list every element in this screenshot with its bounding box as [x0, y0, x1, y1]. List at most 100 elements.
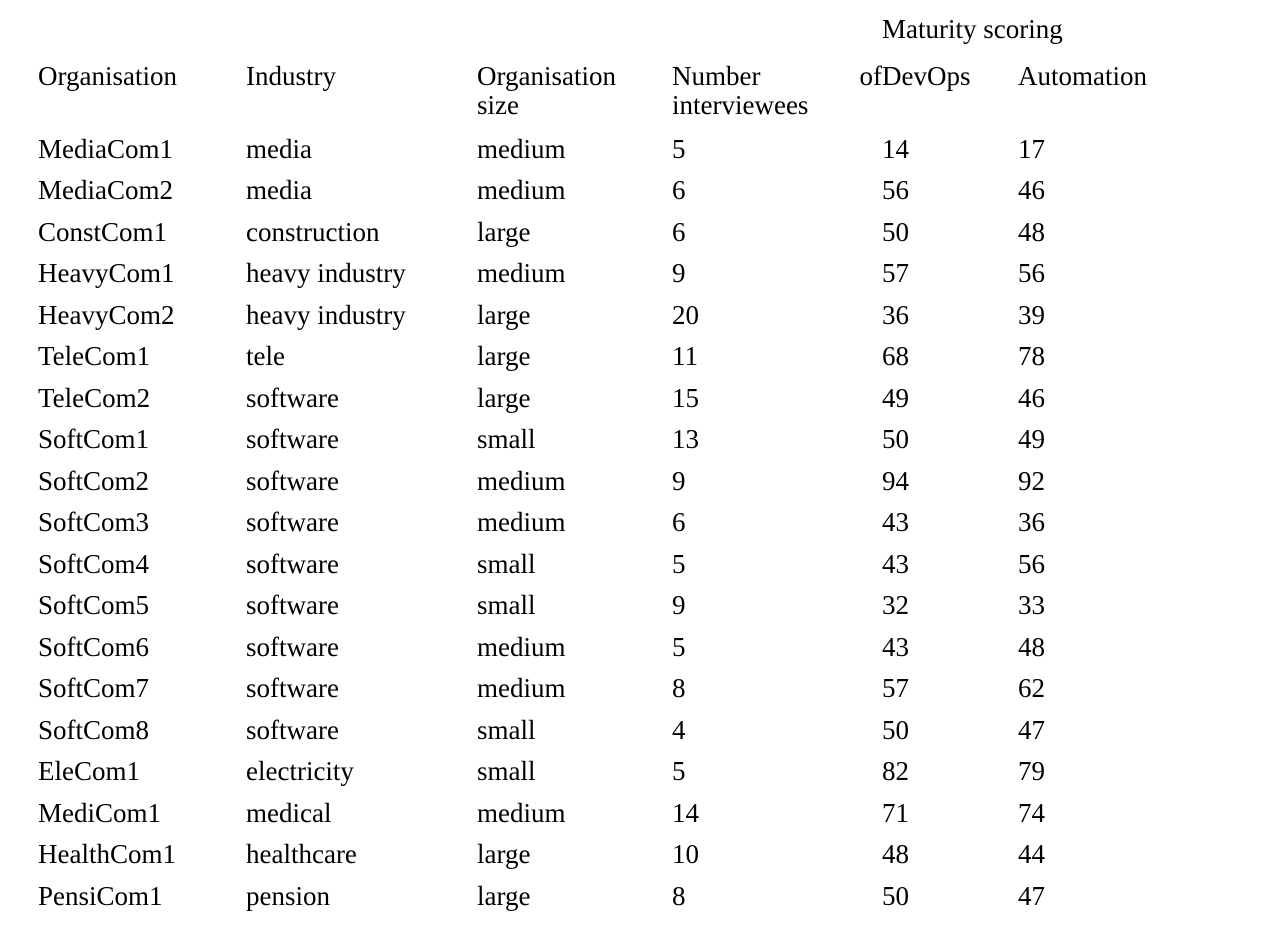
table-row: TeleCom2 software large 15 49 46 — [38, 373, 1218, 415]
cell-devops: 36 — [882, 299, 909, 330]
column-header-organisation-size-line2: size — [477, 89, 519, 120]
cell-devops: 32 — [882, 590, 909, 620]
cell-organisation: SoftCom8 — [38, 714, 150, 745]
table-row: EleCom1 electricity small 5 82 79 — [38, 747, 1218, 789]
cell-organisation: TeleCom1 — [38, 341, 151, 371]
column-header-organisation-label: Organisation — [38, 61, 177, 91]
cell-size: medium — [477, 133, 566, 164]
cell-automation: 44 — [1018, 839, 1045, 869]
maturity-scoring-label: Maturity scoring — [882, 14, 1063, 44]
cell-organisation: SoftCom5 — [38, 590, 150, 620]
cell-industry: electricity — [246, 756, 354, 786]
cell-devops: 43 — [882, 507, 909, 537]
cell-industry: heavy industry — [246, 299, 406, 330]
cell-automation: 79 — [1018, 756, 1045, 786]
cell-automation: 74 — [1018, 797, 1045, 828]
organisation-maturity-table: Maturity scoring Organisation Industry O… — [38, 16, 1218, 913]
cell-interviewees: 5 — [672, 133, 686, 164]
group-header-spacer-1 — [38, 16, 246, 62]
maturity-scoring-group-header: Maturity scoring — [882, 16, 1218, 62]
table-row: PensiCom1 pension large 8 50 47 — [38, 871, 1218, 913]
cell-size: small — [477, 756, 536, 786]
cell-devops: 56 — [882, 175, 909, 205]
group-header-row: Maturity scoring — [38, 16, 1218, 62]
cell-size: medium — [477, 673, 566, 703]
cell-automation: 56 — [1018, 258, 1045, 288]
cell-size: medium — [477, 258, 566, 288]
cell-devops: 71 — [882, 797, 909, 828]
cell-automation: 33 — [1018, 590, 1045, 620]
cell-size: large — [477, 880, 531, 911]
cell-size: small — [477, 590, 536, 620]
column-header-organisation-size-line1: Organisation — [477, 61, 616, 91]
cell-interviewees: 4 — [672, 714, 686, 745]
cell-size: large — [477, 299, 531, 330]
cell-devops: 50 — [882, 714, 909, 745]
cell-size: large — [477, 341, 531, 371]
data-table-container: Maturity scoring Organisation Industry O… — [38, 16, 1218, 913]
cell-interviewees: 5 — [672, 756, 686, 786]
group-header-spacer-2 — [246, 16, 477, 62]
table-row: SoftCom5 software small 9 32 33 — [38, 581, 1218, 623]
table-row: HeavyCom1 heavy industry medium 9 57 56 — [38, 249, 1218, 291]
cell-automation: 46 — [1018, 175, 1045, 205]
cell-size: small — [477, 714, 536, 745]
cell-organisation: TeleCom2 — [38, 382, 151, 413]
column-header-automation-label: Automation — [1018, 61, 1147, 91]
cell-interviewees: 8 — [672, 673, 686, 703]
cell-industry: software — [246, 548, 339, 579]
cell-size: medium — [477, 175, 566, 205]
cell-automation: 36 — [1018, 507, 1045, 537]
cell-organisation: EleCom1 — [38, 756, 140, 786]
cell-organisation: SoftCom1 — [38, 424, 150, 454]
cell-organisation: HeavyCom1 — [38, 258, 175, 288]
table-row: MediaCom1 media medium 5 14 17 — [38, 124, 1218, 166]
column-header-devops-label: DevOps — [882, 61, 971, 91]
table-row: SoftCom4 software small 5 43 56 — [38, 539, 1218, 581]
column-header-interviewees-word1: Number — [672, 61, 761, 91]
table-row: SoftCom3 software medium 6 43 36 — [38, 498, 1218, 540]
table-row: SoftCom7 software medium 8 57 62 — [38, 664, 1218, 706]
cell-devops: 14 — [882, 133, 909, 164]
cell-organisation: ConstCom1 — [38, 216, 168, 247]
cell-industry: tele — [246, 341, 285, 371]
cell-organisation: SoftCom6 — [38, 631, 150, 662]
cell-automation: 48 — [1018, 631, 1045, 662]
column-header-interviewees-line2: interviewees — [672, 89, 809, 120]
column-header-industry-label: Industry — [246, 61, 336, 91]
cell-interviewees: 6 — [672, 507, 686, 537]
column-header-interviewees-word2: of — [859, 61, 883, 91]
cell-interviewees: 6 — [672, 216, 686, 247]
table-row: SoftCom8 software small 4 50 47 — [38, 705, 1218, 747]
cell-organisation: SoftCom7 — [38, 673, 150, 703]
cell-devops: 50 — [882, 880, 909, 911]
cell-automation: 48 — [1018, 216, 1045, 247]
cell-automation: 47 — [1018, 880, 1045, 911]
cell-devops: 50 — [882, 424, 909, 454]
table-row: HealthCom1 healthcare large 10 48 44 — [38, 830, 1218, 872]
cell-devops: 49 — [882, 382, 909, 413]
cell-industry: software — [246, 673, 339, 703]
cell-interviewees: 9 — [672, 590, 686, 620]
cell-interviewees: 15 — [672, 382, 699, 413]
column-header-industry: Industry — [246, 62, 477, 124]
cell-automation: 17 — [1018, 133, 1045, 164]
cell-automation: 92 — [1018, 465, 1045, 496]
cell-organisation: MediCom1 — [38, 797, 162, 828]
cell-devops: 48 — [882, 839, 909, 869]
cell-size: small — [477, 424, 536, 454]
table-row: HeavyCom2 heavy industry large 20 36 39 — [38, 290, 1218, 332]
cell-size: large — [477, 216, 531, 247]
cell-industry: healthcare — [246, 839, 357, 869]
document-page: Maturity scoring Organisation Industry O… — [0, 0, 1262, 932]
cell-automation: 56 — [1018, 548, 1045, 579]
cell-interviewees: 9 — [672, 258, 686, 288]
cell-organisation: PensiCom1 — [38, 880, 163, 911]
cell-industry: software — [246, 382, 339, 413]
cell-industry: media — [246, 133, 312, 164]
cell-devops: 50 — [882, 216, 909, 247]
cell-devops: 68 — [882, 341, 909, 371]
cell-organisation: SoftCom4 — [38, 548, 150, 579]
cell-devops: 43 — [882, 548, 909, 579]
cell-industry: software — [246, 465, 339, 496]
